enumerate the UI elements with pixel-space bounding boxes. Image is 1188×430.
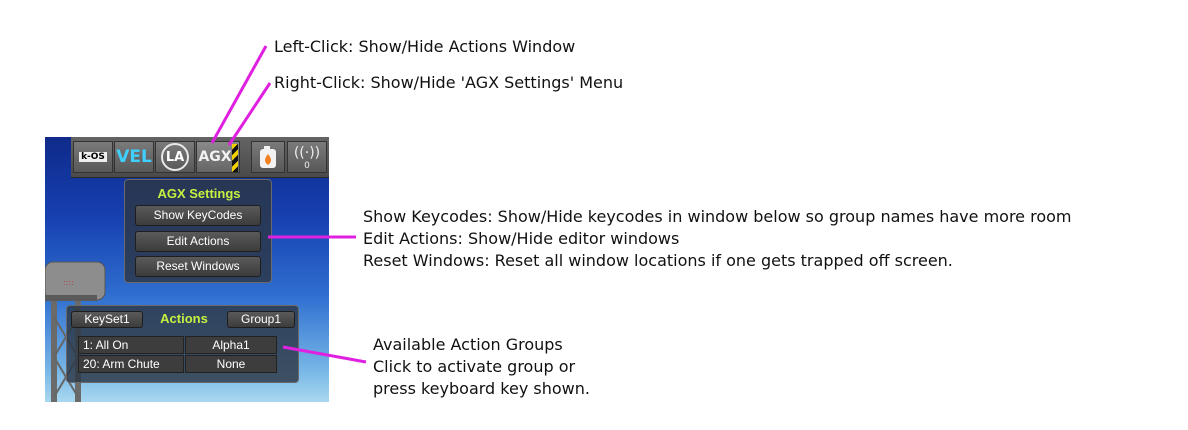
groups-annotation-line-3: press keyboard key shown. [373, 379, 590, 398]
settings-annotation-line-1: Show Keycodes: Show/Hide keycodes in win… [363, 207, 1072, 226]
action-row-key[interactable]: 1: All On [78, 336, 184, 354]
actions-window: KeySet1 Actions Group1 1: All On Alpha1 … [66, 305, 299, 383]
agx-button[interactable]: AGX [196, 141, 240, 173]
actions-title: Actions [160, 311, 208, 326]
keyset-button[interactable]: KeySet1 [71, 311, 143, 328]
game-screenshot: :::: k-OS VEL LA AGX ((·)) 0 AGX Setting… [45, 137, 329, 402]
settings-title: AGX Settings [157, 186, 241, 201]
vel-icon: VEL [116, 147, 152, 167]
kos-button[interactable]: k-OS [73, 141, 113, 173]
settings-annotation-line-2: Edit Actions: Show/Hide editor windows [363, 229, 680, 248]
settings-annotation-line-3: Reset Windows: Reset all window location… [363, 251, 953, 270]
fuel-button[interactable] [251, 141, 285, 173]
left-click-annotation: Left-Click: Show/Hide Actions Window [274, 37, 576, 56]
antenna-count: 0 [304, 161, 310, 171]
action-row-group[interactable]: None [185, 355, 277, 373]
vel-button[interactable]: VEL [114, 141, 154, 173]
group-button[interactable]: Group1 [227, 311, 295, 328]
left-click-callout-line [210, 45, 268, 144]
groups-annotation-line-1: Available Action Groups [373, 335, 563, 354]
right-click-callout-line [227, 82, 272, 146]
app-toolbar: k-OS VEL LA AGX ((·)) 0 [71, 137, 329, 178]
la-button[interactable]: LA [155, 141, 195, 173]
kos-icon: k-OS [79, 152, 107, 162]
right-click-annotation: Right-Click: Show/Hide 'AGX Settings' Me… [274, 73, 624, 92]
edit-actions-button[interactable]: Edit Actions [135, 231, 261, 252]
action-row-group[interactable]: Alpha1 [185, 336, 277, 354]
groups-annotation-line-2: Click to activate group or [373, 357, 576, 376]
antenna-button[interactable]: ((·)) 0 [287, 141, 327, 173]
hazard-stripe-icon [232, 144, 238, 172]
action-row-key[interactable]: 20: Arm Chute [78, 355, 184, 373]
agx-icon: AGX [198, 149, 232, 165]
antenna-icon: ((·)) [293, 145, 321, 161]
la-icon: LA [161, 143, 189, 171]
show-keycodes-button[interactable]: Show KeyCodes [135, 205, 261, 226]
agx-settings-window: AGX Settings Show KeyCodes Edit Actions … [124, 179, 272, 283]
fuel-icon [260, 146, 276, 168]
svg-text:::::: :::: [63, 278, 74, 287]
reset-windows-button[interactable]: Reset Windows [135, 256, 261, 277]
